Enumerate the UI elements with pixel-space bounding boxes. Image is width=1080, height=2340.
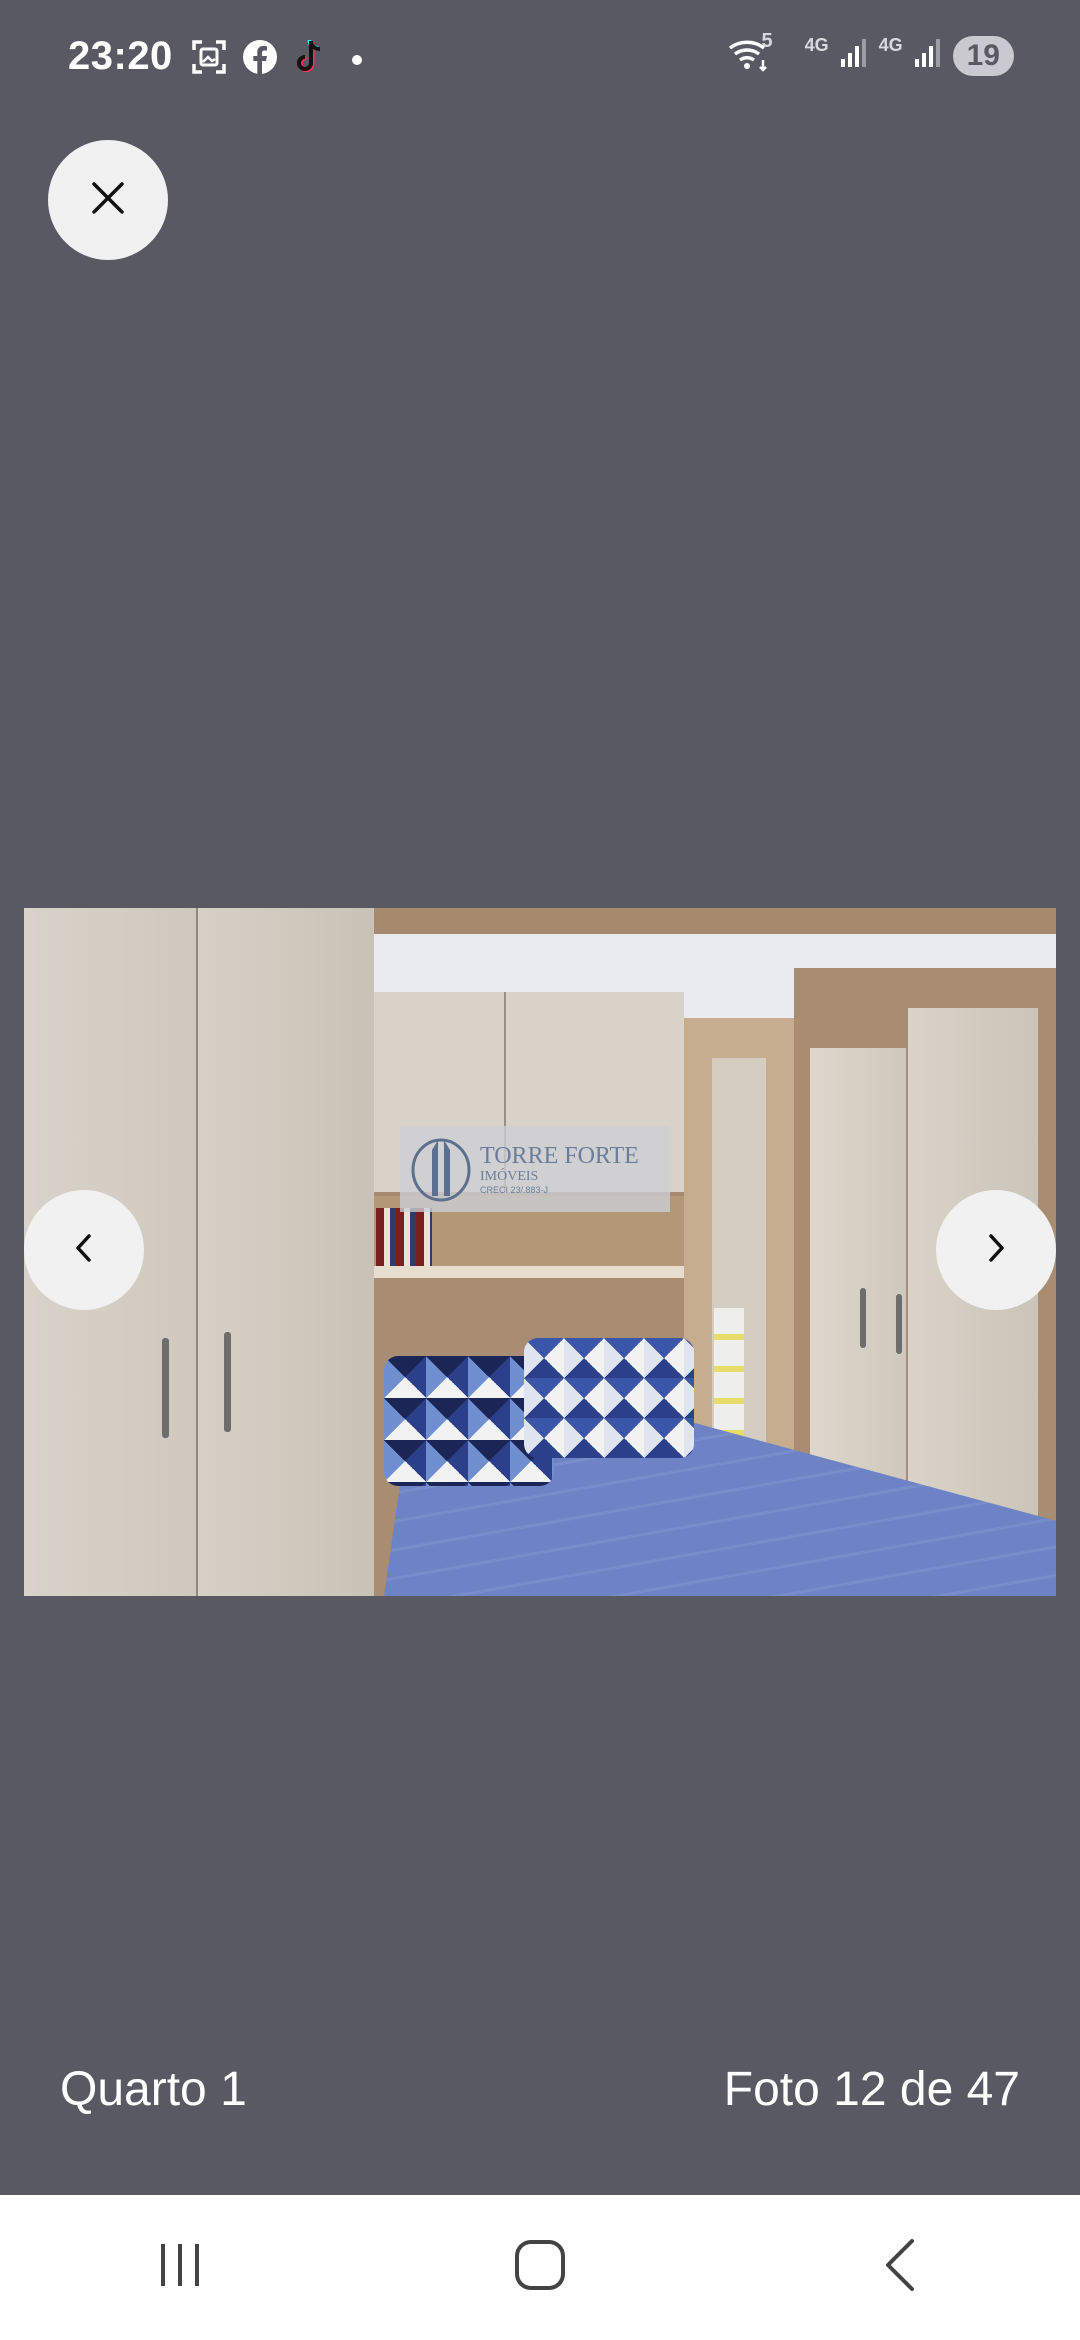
network-label-1: 4G: [804, 35, 829, 55]
chevron-right-icon: [984, 1232, 1008, 1269]
signal-icon-2: [913, 37, 943, 74]
previous-photo-button[interactable]: [24, 1190, 144, 1310]
photo-caption: Quarto 1: [60, 2063, 247, 2116]
home-icon: [512, 2237, 568, 2298]
status-notification-icons: [190, 38, 362, 81]
wifi-label: 5: [761, 30, 773, 52]
chevron-left-icon: [72, 1232, 96, 1269]
recent-apps-button[interactable]: [120, 2218, 240, 2318]
next-photo-button[interactable]: [936, 1190, 1056, 1310]
system-navigation-bar: [0, 2195, 1080, 2340]
watermark-brand: TORRE FORTE: [480, 1143, 639, 1169]
status-time: 23:20: [68, 34, 173, 78]
back-icon: [880, 2237, 920, 2298]
facebook-icon: [242, 39, 278, 80]
photo-counter: Foto 12 de 47: [723, 2063, 1020, 2116]
watermark-emblem-icon: [411, 1138, 471, 1202]
tiktok-icon: [292, 38, 326, 81]
network-label-2: 4G: [878, 35, 903, 55]
status-bar: 23:20 5 4G 4G 19: [0, 0, 1080, 120]
home-button[interactable]: [480, 2218, 600, 2318]
screenshot-icon: [190, 38, 228, 81]
more-notifications-dot: [352, 54, 362, 65]
watermark-logo: TORRE FORTE IMÓVEIS CRECI 23/.883-J: [400, 1126, 670, 1212]
close-button[interactable]: [48, 140, 168, 260]
signal-icon-1: [839, 37, 869, 74]
watermark-sub: IMÓVEIS: [480, 1169, 539, 1184]
status-system-icons: 5 4G 4G 19: [727, 30, 1014, 77]
gallery-photo[interactable]: TORRE FORTE IMÓVEIS CRECI 23/.883-J: [24, 908, 1056, 1596]
battery-indicator: 19: [952, 35, 1014, 76]
back-button[interactable]: [840, 2218, 960, 2318]
recent-apps-icon: [155, 2240, 205, 2295]
watermark-tiny: CRECI 23/.883-J: [480, 1185, 549, 1195]
close-icon: [90, 180, 126, 221]
